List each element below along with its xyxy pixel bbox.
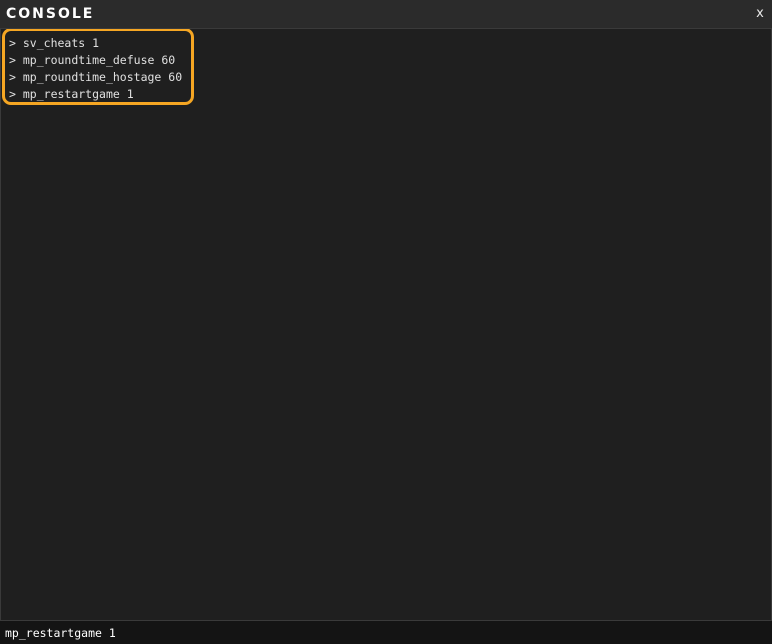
log-line: > mp_restartgame 1 xyxy=(9,86,182,103)
log-text: sv_cheats 1 xyxy=(22,36,100,50)
log-line: > mp_roundtime_hostage 60 xyxy=(9,69,182,86)
console-titlebar: CONSOLE x xyxy=(0,0,772,29)
console-input-bar xyxy=(0,620,772,644)
log-text: mp_roundtime_hostage 60 xyxy=(22,70,183,84)
console-output[interactable]: > sv_cheats 1 > mp_roundtime_defuse 60 >… xyxy=(0,29,772,620)
log-prompt: > xyxy=(9,36,16,50)
log-text: mp_roundtime_defuse 60 xyxy=(22,53,176,67)
close-button[interactable]: x xyxy=(754,5,766,23)
log-line: > sv_cheats 1 xyxy=(9,35,182,52)
console-title: CONSOLE xyxy=(6,6,95,22)
log-prompt: > xyxy=(9,53,16,67)
log-prompt: > xyxy=(9,87,16,101)
log-list: > sv_cheats 1 > mp_roundtime_defuse 60 >… xyxy=(9,35,182,103)
log-text: mp_restartgame 1 xyxy=(22,87,134,101)
log-prompt: > xyxy=(9,70,16,84)
command-input[interactable] xyxy=(5,623,765,643)
console-window: CONSOLE x > sv_cheats 1 > mp_roundtime_d… xyxy=(0,0,772,644)
log-line: > mp_roundtime_defuse 60 xyxy=(9,52,182,69)
